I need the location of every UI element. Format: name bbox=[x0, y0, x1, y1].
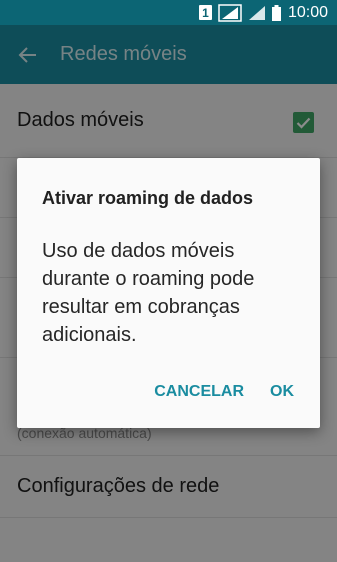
status-bar: 1 10:00 bbox=[0, 0, 337, 25]
screen: 1 10:00 Redes móveis Dados móveis (conex… bbox=[0, 0, 337, 562]
dialog-title: Ativar roaming de dados bbox=[42, 188, 254, 208]
ok-button[interactable]: OK bbox=[257, 383, 320, 401]
clock: 10:00 bbox=[287, 3, 328, 21]
signal-strength-icon bbox=[218, 3, 242, 22]
signal-strength-icon bbox=[248, 5, 266, 21]
battery-icon bbox=[271, 4, 281, 21]
cancel-button[interactable]: CANCELAR bbox=[141, 383, 257, 401]
sim-label: 1 bbox=[198, 5, 212, 20]
dialog-actions: CANCELAR OK bbox=[141, 380, 320, 404]
roaming-dialog: Ativar roaming de dados Uso de dados móv… bbox=[17, 158, 320, 428]
dialog-message: Uso de dados móveis durante o roaming po… bbox=[42, 240, 255, 346]
sim-1-icon: 1 bbox=[198, 5, 212, 20]
